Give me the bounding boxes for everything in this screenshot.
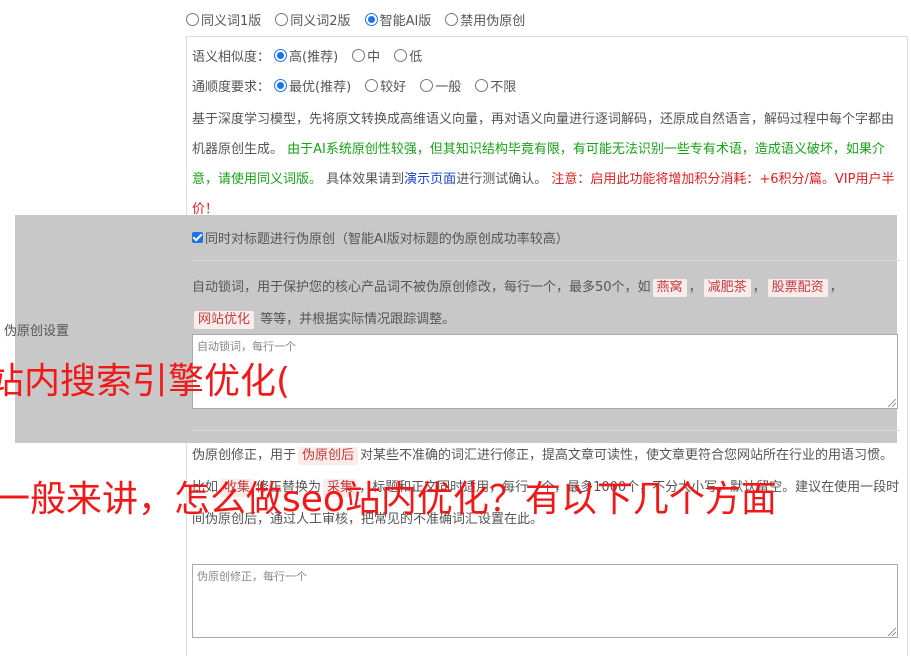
- fluency-any-radio[interactable]: 不限: [475, 76, 516, 95]
- lock-words-description: 自动锁词，用于保护您的核心产品词不被伪原创修改，每行一个，最多50个，如 燕窝，减…: [192, 279, 843, 329]
- divider: [192, 430, 900, 431]
- fluency-row: 通顺度要求： 最优(推荐) 较好 一般 不限: [192, 76, 530, 95]
- fluency-good-radio[interactable]: 较好: [365, 76, 406, 95]
- lock-example-tag: 股票配资: [767, 279, 828, 297]
- demo-page-link[interactable]: 演示页面: [404, 172, 456, 187]
- fix-words-textarea[interactable]: 伪原创修正，每行一个: [192, 564, 898, 638]
- mode-radio-group: 同义词1版 同义词2版 智能AI版 禁用伪原创: [186, 10, 539, 29]
- similarity-mid-radio[interactable]: 中: [352, 46, 380, 65]
- fix-tag: 伪原创后: [298, 447, 359, 465]
- title-pseudo-checkbox[interactable]: [192, 231, 203, 243]
- ai-description: 基于深度学习模型，先将原文转换成高维语义向量，再对语义向量进行逐词解码，还原成自…: [192, 112, 895, 217]
- lock-words-textarea[interactable]: 自动锁词，每行一个: [192, 334, 898, 409]
- mode-synonym-v1-radio[interactable]: 同义词1版: [186, 10, 261, 29]
- mode-ai-radio[interactable]: 智能AI版: [364, 10, 431, 29]
- pseudo-original-settings-label: 伪原创设置: [4, 324, 70, 339]
- lock-example-tag: 燕窝: [652, 279, 687, 297]
- similarity-row: 语义相似度： 高(推荐) 中 低: [192, 46, 436, 65]
- overlay-heading-2: 一般来讲，怎么做seo站内优化？有以下几个方面: [0, 479, 777, 520]
- resize-grip-icon[interactable]: [888, 399, 896, 407]
- similarity-label: 语义相似度：: [192, 49, 271, 65]
- mode-synonym-v2-radio[interactable]: 同义词2版: [275, 10, 351, 29]
- divider: [192, 260, 900, 261]
- fluency-normal-radio[interactable]: 一般: [420, 76, 461, 95]
- similarity-high-radio[interactable]: 高(推荐): [274, 46, 338, 65]
- fluency-label: 通顺度要求：: [192, 79, 271, 95]
- lock-example-tag: 减肥茶: [703, 279, 751, 297]
- lock-example-tag: 网站优化: [194, 311, 255, 329]
- fluency-best-radio[interactable]: 最优(推荐): [274, 76, 351, 95]
- resize-grip-icon[interactable]: [888, 628, 896, 636]
- overlay-heading-1: 站内搜索引擎优化(: [0, 361, 291, 402]
- similarity-low-radio[interactable]: 低: [394, 46, 422, 65]
- mode-disable-radio[interactable]: 禁用伪原创: [445, 10, 525, 29]
- title-pseudo-checkbox-row[interactable]: 同时对标题进行伪原创（智能AI版对标题的伪原创成功率较高）: [192, 228, 569, 247]
